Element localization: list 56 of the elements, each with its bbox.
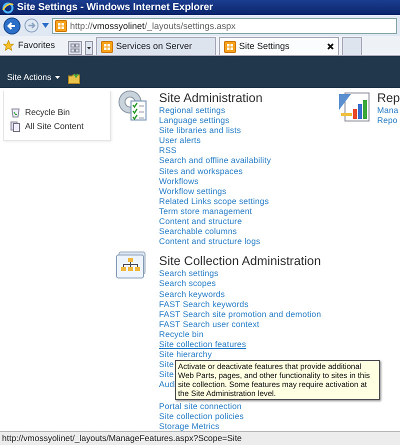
settings-link[interactable]: Content and structure: [159, 216, 242, 226]
page-icon: [55, 20, 67, 32]
settings-link[interactable]: FAST Search site promotion and demotion: [159, 308, 322, 319]
browser-tab[interactable]: Services on Server: [96, 37, 216, 55]
settings-link[interactable]: Site: [159, 369, 174, 380]
page-icon: [101, 40, 114, 52]
settings-link[interactable]: FAST Search keywords: [159, 298, 249, 309]
settings-link[interactable]: RSS: [159, 145, 177, 156]
settings-link[interactable]: Language settings: [159, 115, 230, 126]
settings-link[interactable]: Site hierarchy: [159, 349, 212, 360]
site-actions-menu[interactable]: Site Actions: [7, 71, 60, 84]
favorites-button[interactable]: Favorites: [3, 38, 56, 52]
settings-link[interactable]: Searchable columns: [159, 226, 237, 236]
settings-link[interactable]: User alerts: [159, 135, 201, 146]
settings-link[interactable]: Storage Metrics: [159, 421, 220, 431]
section-heading: Rep: [377, 92, 400, 105]
settings-link[interactable]: FAST Search user context: [159, 318, 260, 329]
settings-link[interactable]: Regional settings: [159, 105, 226, 116]
nav-link[interactable]: Recycle Bin: [4, 105, 110, 119]
settings-link[interactable]: Search scopes: [159, 278, 216, 288]
settings-link[interactable]: Site collection features: [159, 338, 246, 350]
section-heading: Site Administration: [159, 92, 264, 105]
back-icon[interactable]: [3, 16, 21, 34]
settings-link[interactable]: Site: [159, 359, 174, 370]
settings-link[interactable]: Search settings: [159, 268, 218, 278]
caret-icon: [55, 76, 60, 80]
folder-icon[interactable]: [68, 73, 80, 84]
settings-link[interactable]: Related Links scope settings: [159, 196, 269, 206]
status-text: http://vmossyolinet/_layouts/ManageFeatures.aspx?Scope=Site: [0, 431, 400, 445]
browser-logo-icon: [2, 2, 14, 14]
settings-link[interactable]: Workflow settings: [159, 186, 226, 196]
star-icon: [3, 40, 14, 51]
recycle-bin-icon: [10, 106, 21, 118]
nav-link[interactable]: All Site Content: [4, 119, 110, 133]
settings-link[interactable]: Portal site connection: [159, 401, 242, 412]
settings-link[interactable]: Repo: [377, 115, 398, 126]
settings-link[interactable]: Workflows: [159, 176, 199, 186]
address-field[interactable]: http://vmossyolinet/_layouts/settings.aspx: [52, 18, 397, 34]
window-title: Site Settings - Windows Internet Explorer: [17, 1, 214, 15]
settings-link[interactable]: Sites and workspaces: [159, 166, 243, 176]
section-heading: Site Collection Administration: [159, 255, 322, 268]
page-icon: [224, 40, 236, 52]
close-icon[interactable]: [327, 43, 334, 50]
settings-link[interactable]: Term store management: [159, 206, 252, 216]
settings-link[interactable]: Search keywords: [159, 288, 225, 299]
settings-link[interactable]: Recycle bin: [159, 328, 204, 339]
browser-tab[interactable]: Site Settings: [219, 37, 340, 55]
dropdown-icon[interactable]: [42, 23, 49, 28]
settings-link[interactable]: Site libraries and lists: [159, 125, 242, 136]
report-chart-icon: [339, 92, 372, 122]
settings-link[interactable]: Search and offline availability: [159, 155, 272, 166]
settings-link[interactable]: Site collection policies: [159, 411, 244, 422]
settings-link[interactable]: Content and structure logs: [159, 236, 260, 246]
caret-icon[interactable]: [85, 41, 94, 55]
documents-icon: [10, 120, 21, 132]
settings-link[interactable]: Mana: [377, 105, 398, 116]
